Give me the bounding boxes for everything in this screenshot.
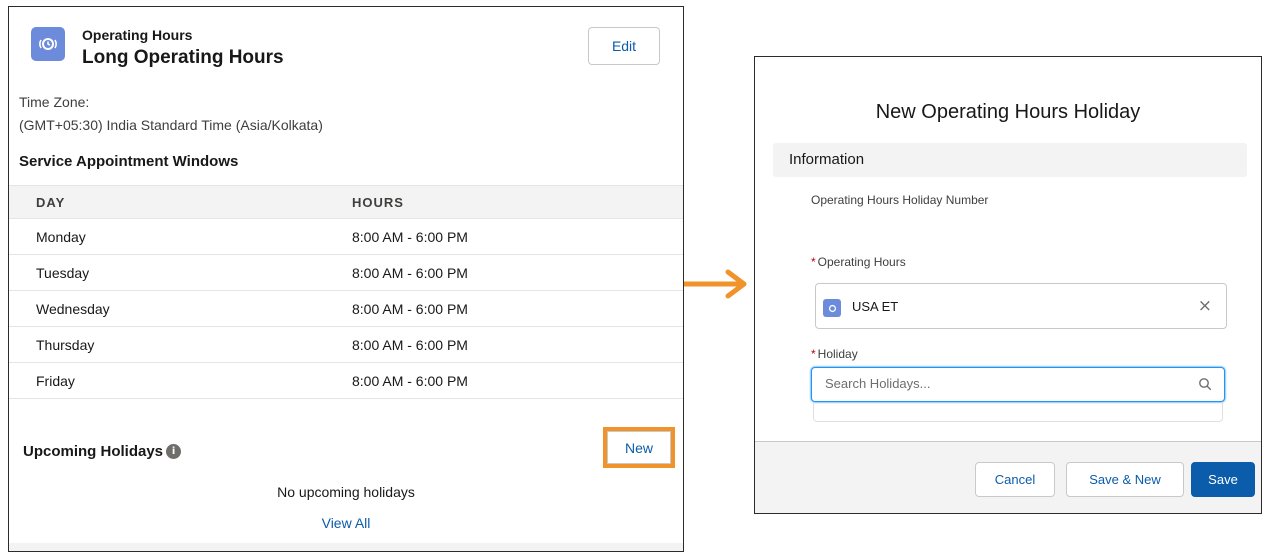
hours-cell: 8:00 AM - 6:00 PM: [352, 265, 468, 281]
table-row: Friday 8:00 AM - 6:00 PM: [9, 363, 683, 399]
upcoming-holidays-heading: Upcoming Holidays i: [23, 443, 182, 460]
record-header: Operating Hours Long Operating Hours Edi…: [9, 7, 683, 87]
day-cell: Wednesday: [36, 301, 110, 317]
day-cell: Tuesday: [36, 265, 90, 281]
modal-footer: Cancel Save & New Save: [755, 441, 1261, 513]
info-icon[interactable]: i: [166, 444, 182, 459]
timezone-value: (GMT+05:30) India Standard Time (Asia/Ko…: [19, 117, 323, 133]
operating-hours-icon: [31, 27, 65, 61]
search-results-dropdown: [813, 402, 1223, 422]
table-row: Monday 8:00 AM - 6:00 PM: [9, 219, 683, 255]
hours-cell: 8:00 AM - 6:00 PM: [352, 229, 468, 245]
search-icon: [1199, 378, 1212, 391]
service-appointment-windows-title: Service Appointment Windows: [19, 153, 239, 170]
table-row: Wednesday 8:00 AM - 6:00 PM: [9, 291, 683, 327]
hours-cell: 8:00 AM - 6:00 PM: [352, 301, 468, 317]
operating-hours-record-card: Operating Hours Long Operating Hours Edi…: [8, 6, 684, 552]
selected-operating-hours: USA ET: [852, 299, 899, 314]
hours-cell: 8:00 AM - 6:00 PM: [352, 373, 468, 389]
save-and-new-button[interactable]: Save & New: [1066, 462, 1184, 497]
object-type-label: Operating Hours: [82, 27, 193, 43]
holiday-number-label: Operating Hours Holiday Number: [811, 193, 989, 207]
edit-button[interactable]: Edit: [588, 27, 660, 65]
required-marker: *: [811, 347, 816, 361]
operating-hours-field-label: * Operating Hours: [811, 255, 906, 269]
arrow-right-icon: [684, 269, 747, 299]
column-header-day: DAY: [36, 195, 66, 210]
holiday-search-field[interactable]: [811, 367, 1225, 402]
upcoming-holidays-title: Upcoming Holidays: [23, 443, 164, 460]
holiday-field-label: * Holiday: [811, 347, 858, 361]
modal-title: New Operating Hours Holiday: [875, 101, 1141, 123]
save-button[interactable]: Save: [1191, 462, 1255, 497]
card-footer-strip: [9, 543, 683, 551]
holiday-label-text: Holiday: [817, 347, 858, 361]
day-cell: Friday: [36, 373, 75, 389]
section-header-information[interactable]: Information: [773, 143, 1247, 177]
timezone-label: Time Zone:: [19, 94, 90, 110]
table-row: Tuesday 8:00 AM - 6:00 PM: [9, 255, 683, 291]
holiday-search-input[interactable]: [825, 376, 1185, 391]
clear-icon[interactable]: ×: [1198, 296, 1212, 316]
required-marker: *: [811, 255, 816, 269]
new-holiday-button[interactable]: New: [607, 431, 671, 464]
operating-hours-icon: [823, 299, 841, 317]
operating-hours-lookup[interactable]: USA ET ×: [815, 283, 1227, 329]
schedule-table: DAY HOURS Monday 8:00 AM - 6:00 PM Tuesd…: [9, 185, 683, 399]
table-header: DAY HOURS: [9, 185, 683, 219]
day-cell: Thursday: [36, 337, 95, 353]
view-all-link[interactable]: View All: [9, 515, 683, 531]
column-header-hours: HOURS: [352, 195, 404, 210]
table-row: Thursday 8:00 AM - 6:00 PM: [9, 327, 683, 363]
day-cell: Monday: [36, 229, 86, 245]
cancel-button[interactable]: Cancel: [975, 462, 1055, 497]
no-holidays-message: No upcoming holidays: [277, 484, 415, 500]
new-operating-hours-holiday-modal: New Operating Hours Holiday Information …: [754, 56, 1262, 514]
hours-cell: 8:00 AM - 6:00 PM: [352, 337, 468, 353]
record-title: Long Operating Hours: [82, 47, 284, 68]
operating-hours-label-text: Operating Hours: [817, 255, 906, 269]
